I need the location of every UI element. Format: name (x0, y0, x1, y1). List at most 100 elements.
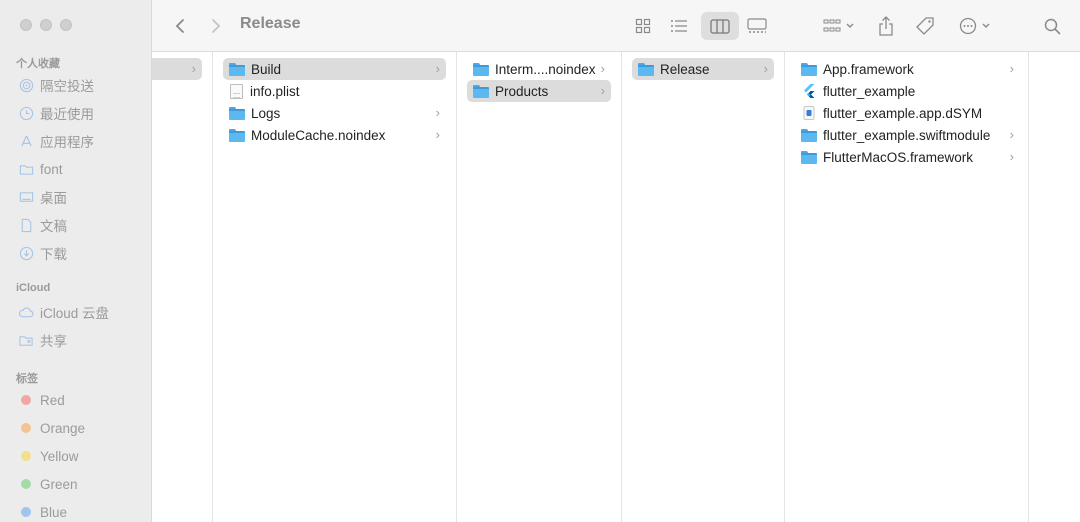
tag-color-dot (21, 451, 31, 461)
chevron-right-icon: › (435, 105, 440, 120)
column-view-button[interactable] (701, 12, 739, 40)
chevron-right-icon: › (600, 61, 605, 76)
folder-icon (18, 161, 34, 177)
sidebar-item-shared[interactable]: 共享 (18, 328, 148, 352)
sidebar-tag-red[interactable]: Red (18, 388, 148, 412)
desktop-icon (18, 189, 34, 205)
search-button[interactable] (1040, 12, 1064, 40)
plist-file-icon (230, 83, 243, 99)
more-actions-button[interactable] (956, 12, 994, 40)
column-item-label: info.plist (250, 83, 300, 99)
sidebar-tag-orange[interactable]: Orange (18, 416, 148, 440)
minimize-window-button[interactable] (40, 19, 52, 31)
column-item-label: flutter_example (823, 83, 916, 99)
share-button[interactable] (874, 12, 898, 40)
gallery-icon (747, 18, 767, 33)
tag-icon (916, 17, 934, 35)
chevron-right-icon: › (1009, 149, 1014, 164)
folder-icon (801, 62, 817, 76)
folder-icon (638, 62, 654, 76)
column-item-info-plist[interactable]: info.plist (223, 80, 446, 102)
forward-button[interactable] (206, 12, 226, 40)
cloud-icon (18, 304, 34, 320)
column-item-swiftmodule[interactable]: flutter_example.swiftmodule › (795, 124, 1020, 146)
folder-icon (801, 128, 817, 142)
folder-icon (229, 106, 245, 120)
applications-icon (18, 133, 34, 149)
browser-column-2: Interm....noindex › Products › (457, 52, 622, 522)
chevron-right-icon (212, 19, 221, 33)
sidebar-item-recents[interactable]: 最近使用 (18, 101, 148, 125)
column-item-build[interactable]: Build › (223, 58, 446, 80)
column-item-selected[interactable]: › (152, 58, 202, 80)
sidebar-item-airdrop[interactable]: 隔空投送 (18, 73, 148, 97)
sidebar-item-downloads[interactable]: 下载 (18, 241, 148, 265)
column-item-label: Interm....noindex (495, 61, 596, 77)
columns-icon (710, 18, 730, 34)
ellipsis-circle-icon (959, 17, 977, 35)
list-view-button[interactable] (666, 12, 692, 40)
tag-color-dot (21, 507, 31, 517)
column-item-products[interactable]: Products › (467, 80, 611, 102)
tag-color-dot (21, 423, 31, 433)
sidebar-item-label: 共享 (40, 334, 67, 349)
gallery-view-button[interactable] (744, 12, 770, 40)
browser-column-4: App.framework › flutter_example flutter_… (785, 52, 1029, 522)
chevron-down-icon (982, 23, 990, 28)
sidebar-item-applications[interactable]: 应用程序 (18, 129, 148, 153)
group-by-button[interactable] (820, 12, 858, 40)
sidebar-item-label: Orange (40, 420, 86, 436)
sidebar-item-label: Red (40, 392, 65, 408)
sidebar-item-label: font (40, 161, 63, 177)
column-item-label: App.framework (823, 61, 914, 77)
column-item-label: Build (251, 61, 282, 77)
sidebar-item-label: 应用程序 (40, 135, 94, 150)
column-item-label: Release (660, 61, 710, 77)
sidebar-item-desktop[interactable]: 桌面 (18, 185, 148, 209)
group-grid-icon (823, 19, 841, 32)
chevron-right-icon: › (600, 83, 605, 98)
icon-view-button[interactable] (630, 12, 656, 40)
toolbar: Release (152, 0, 1080, 52)
chevron-right-icon: › (1009, 61, 1014, 76)
chevron-right-icon: › (435, 127, 440, 142)
column-item-dsym[interactable]: flutter_example.app.dSYM (795, 102, 1020, 124)
chevron-right-icon: › (435, 61, 440, 76)
sidebar-item-label: 文稿 (40, 219, 67, 234)
sidebar-tag-blue[interactable]: Blue (18, 500, 148, 522)
sidebar-item-label: 隔空投送 (40, 79, 94, 94)
share-icon (879, 16, 893, 36)
column-item-release[interactable]: Release › (632, 58, 774, 80)
flutter-logo-icon (804, 84, 815, 98)
sidebar-item-label: Green (40, 476, 78, 492)
sidebar-tag-green[interactable]: Green (18, 472, 148, 496)
browser-column-1: Build › info.plist Logs › ModuleCache.no… (213, 52, 457, 522)
sidebar-tag-yellow[interactable]: Yellow (18, 444, 148, 468)
column-item-label: flutter_example.swiftmodule (823, 127, 991, 143)
tag-button[interactable] (912, 12, 938, 40)
folder-icon (229, 62, 245, 76)
browser-column-0: › (152, 52, 213, 522)
chevron-right-icon: › (763, 61, 768, 76)
zoom-window-button[interactable] (60, 19, 72, 31)
chevron-right-icon: › (1009, 127, 1014, 142)
close-window-button[interactable] (20, 19, 32, 31)
sidebar-item-font[interactable]: font (18, 157, 148, 181)
column-item-label: flutter_example.app.dSYM (823, 105, 983, 121)
column-item-logs[interactable]: Logs › (223, 102, 446, 124)
column-item-intermediates[interactable]: Interm....noindex › (467, 58, 611, 80)
sidebar-item-label: Yellow (40, 448, 79, 464)
column-item-modulecache[interactable]: ModuleCache.noindex › (223, 124, 446, 146)
folder-icon (801, 150, 817, 164)
back-button[interactable] (170, 12, 190, 40)
chevron-right-icon: › (191, 61, 196, 76)
column-item-app-framework[interactable]: App.framework › (795, 58, 1020, 80)
window-title: Release (240, 15, 301, 32)
column-item-label: Products (495, 83, 549, 99)
tag-color-dot (21, 479, 31, 489)
column-item-fluttermacos-framework[interactable]: FlutterMacOS.framework › (795, 146, 1020, 168)
sidebar: 个人收藏 隔空投送 最近使用 应用程序 font 桌面 文稿 下载 iCloud… (0, 0, 152, 522)
column-item-flutter-example[interactable]: flutter_example (795, 80, 1020, 102)
sidebar-item-icloud-drive[interactable]: iCloud 云盘 (18, 300, 148, 324)
sidebar-item-documents[interactable]: 文稿 (18, 213, 148, 237)
